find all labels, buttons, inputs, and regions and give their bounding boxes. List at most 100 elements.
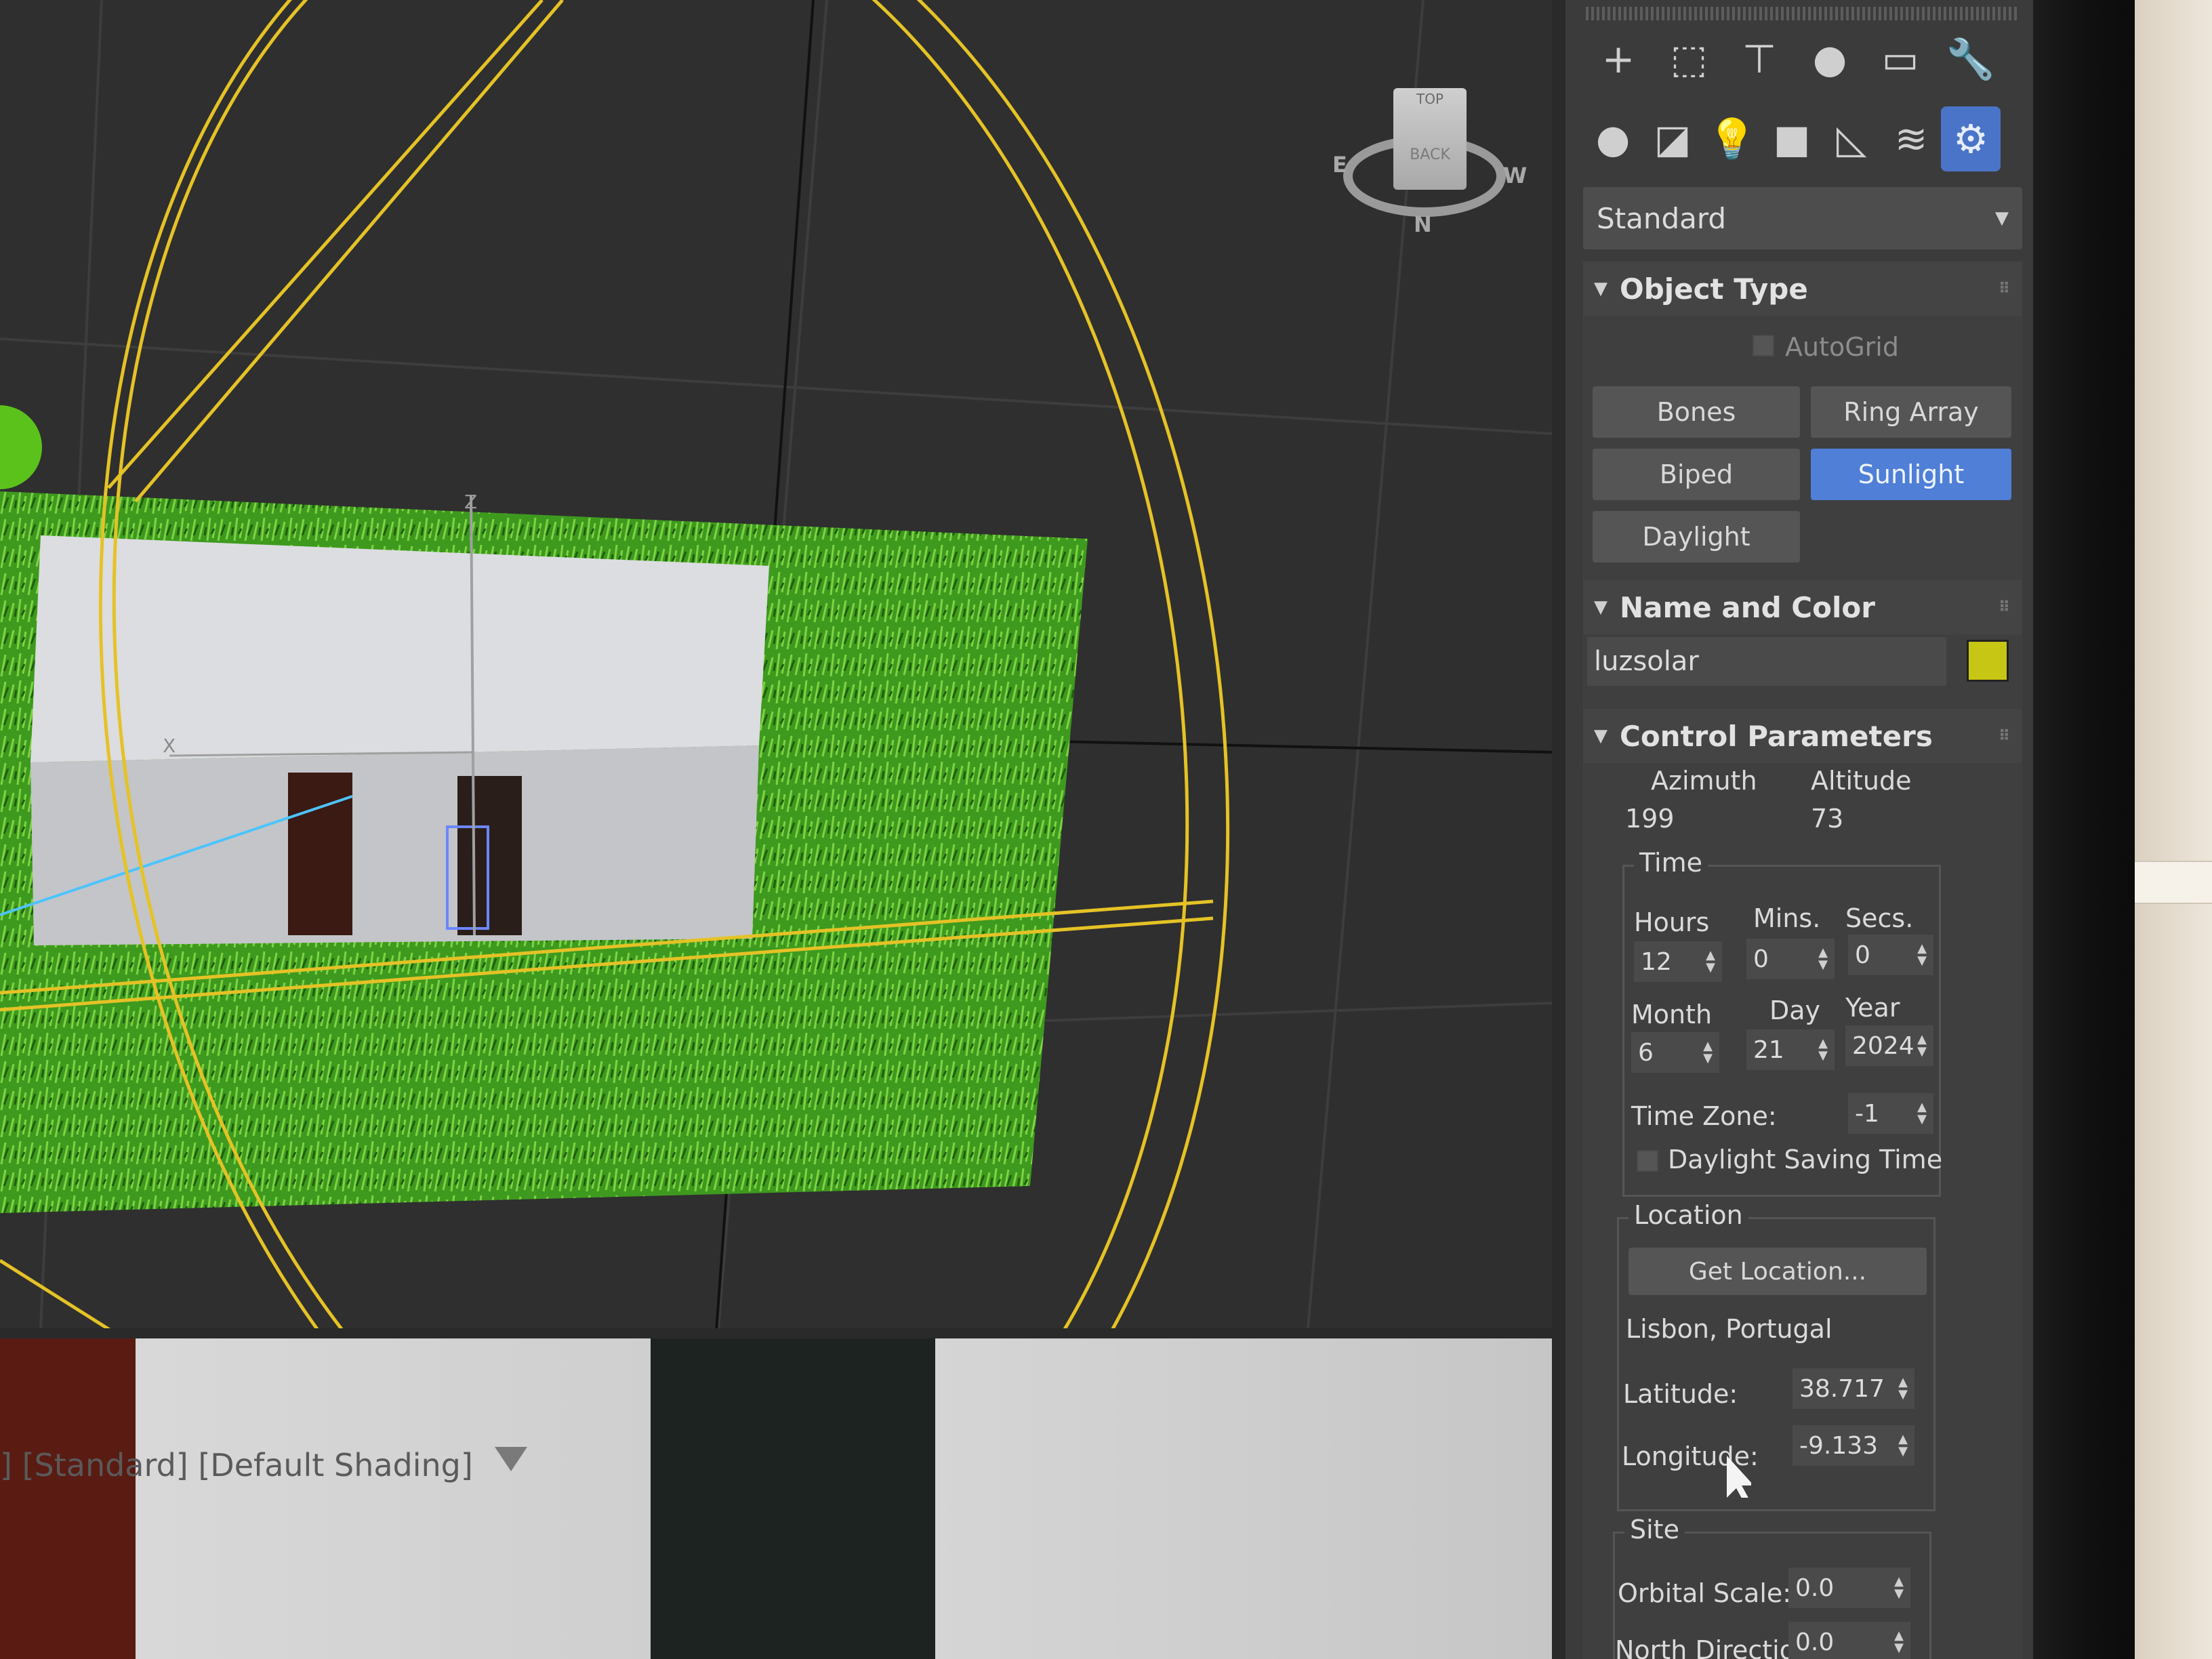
spinner-arrows-icon[interactable]: ▲ ▼ (1894, 1630, 1904, 1654)
display-tab-icon[interactable]: ▭ (1865, 24, 1936, 94)
compass-line-3 (107, 0, 544, 489)
autogrid-checkbox[interactable] (1753, 335, 1774, 356)
viewcube-north-label: N (1414, 211, 1432, 237)
spinner-arrows-icon[interactable]: ▲ ▼ (1818, 1038, 1828, 1062)
dst-checkbox[interactable] (1637, 1150, 1658, 1172)
drag-handle-icon[interactable]: ⠿ (1999, 599, 2010, 616)
rollout-name-color-header[interactable]: ▼ Name and Color ⠿ (1583, 580, 2022, 634)
rollout-control-parameters-title: Control Parameters (1620, 719, 1933, 753)
biped-button[interactable]: Biped (1593, 449, 1800, 500)
altitude-label: Altitude (1811, 766, 1912, 796)
year-label: Year (1845, 993, 1900, 1023)
green-sphere (0, 405, 42, 489)
spinner-arrows-icon[interactable]: ▲ ▼ (1917, 943, 1927, 967)
create-tab-icon[interactable]: + (1583, 24, 1654, 94)
hours-spinner[interactable]: 12 ▲ ▼ (1634, 941, 1722, 982)
object-color-swatch[interactable] (1967, 640, 2009, 682)
drag-handle-icon[interactable]: ⠿ (1999, 728, 2010, 745)
spinner-arrows-icon[interactable]: ▲ ▼ (1898, 1433, 1908, 1458)
location-group-title: Location (1629, 1200, 1748, 1230)
lights-icon[interactable]: 💡 (1702, 104, 1762, 174)
rollout-object-type-body: AutoGrid Bones Ring Array Biped Sunlight… (1583, 316, 2022, 580)
month-spinner[interactable]: 6 ▲ ▼ (1631, 1032, 1719, 1073)
site-group-title: Site (1624, 1515, 1685, 1544)
command-panel-tabs: + ⬚ ⊤ ● ▭ 🔧 (1583, 22, 2024, 96)
geometry-icon[interactable]: ● (1583, 104, 1643, 174)
spinner-arrows-icon[interactable]: ▲ ▼ (1706, 949, 1715, 974)
site-group: Site Orbital Scale: 0.0 ▲ ▼ North Directio… (1613, 1515, 1931, 1659)
collapse-triangle-icon: ▼ (1594, 597, 1607, 617)
modify-tab-icon[interactable]: ⬚ (1654, 24, 1724, 94)
utilities-tab-icon[interactable]: 🔧 (1936, 24, 2006, 94)
location-group: Location Get Location... Lisbon, Portuga… (1617, 1200, 1936, 1511)
spinner-arrows-icon[interactable]: ▲ ▼ (1703, 1040, 1713, 1065)
spacewarps-icon[interactable]: ≋ (1881, 104, 1941, 174)
perspective-viewport[interactable]: Z X TOP BACK N W E (0, 0, 1552, 1328)
shapes-icon[interactable]: ◪ (1643, 104, 1702, 174)
panel-grip[interactable] (1586, 7, 2020, 20)
viewcube[interactable]: TOP BACK N W E (1332, 81, 1527, 244)
orbital-scale-value: 0.0 (1795, 1574, 1835, 1602)
helpers-icon[interactable]: ◺ (1822, 104, 1881, 174)
collapse-triangle-icon: ▼ (1594, 279, 1607, 299)
rollout-name-color-body: luzsolar (1583, 634, 2022, 709)
wall-trim (2128, 861, 2212, 904)
viewcube-front-face: BACK (1410, 146, 1450, 163)
bones-button[interactable]: Bones (1593, 386, 1800, 438)
get-location-button[interactable]: Get Location... (1629, 1248, 1927, 1295)
time-group: Time Hours Mins. Secs. 12 ▲ ▼ 0 ▲ ▼ 0 ▲ ▼ Mont… (1622, 848, 1942, 1197)
orbital-scale-spinner[interactable]: 0.0 ▲ ▼ (1788, 1568, 1910, 1608)
latitude-value: 38.717 (1799, 1374, 1885, 1403)
systems-icon[interactable]: ⚙ (1941, 106, 2001, 171)
north-direction-spinner[interactable]: 0.0 ▲ ▼ (1788, 1622, 1910, 1659)
longitude-spinner[interactable]: -9.133 ▲ ▼ (1793, 1425, 1914, 1466)
latitude-spinner[interactable]: 38.717 ▲ ▼ (1793, 1368, 1914, 1409)
year-value: 2024 (1852, 1031, 1914, 1060)
daylight-button[interactable]: Daylight (1593, 511, 1800, 562)
category-dropdown[interactable]: Standard ▼ (1583, 187, 2022, 249)
ring-array-button[interactable]: Ring Array (1811, 386, 2011, 438)
year-spinner[interactable]: 2024 ▲ ▼ (1845, 1025, 1933, 1066)
spinner-arrows-icon[interactable]: ▲ ▼ (1818, 947, 1828, 971)
orbital-scale-label: Orbital Scale: (1618, 1578, 1792, 1608)
house-wall (30, 745, 759, 945)
timezone-value: -1 (1855, 1099, 1879, 1128)
secs-spinner[interactable]: 0 ▲ ▼ (1848, 935, 1933, 975)
axis-z-label: Z (464, 491, 477, 513)
day-label: Day (1769, 996, 1821, 1025)
latitude-label: Latitude: (1623, 1379, 1738, 1409)
autogrid-label: AutoGrid (1785, 332, 1899, 362)
rollout-control-parameters-header[interactable]: ▼ Control Parameters ⠿ (1583, 709, 2022, 763)
azimuth-label: Azimuth (1651, 766, 1757, 796)
day-spinner[interactable]: 21 ▲ ▼ (1746, 1029, 1835, 1070)
timezone-spinner[interactable]: -1 ▲ ▼ (1848, 1093, 1933, 1134)
sunlight-button[interactable]: Sunlight (1811, 449, 2011, 500)
hours-label: Hours (1634, 907, 1710, 937)
time-group-title: Time (1634, 848, 1708, 878)
rollout-object-type-header[interactable]: ▼ Object Type ⠿ (1583, 262, 2022, 316)
spinner-arrows-icon[interactable]: ▲ ▼ (1894, 1576, 1904, 1600)
cameras-icon[interactable]: ■ (1762, 104, 1822, 174)
spinner-arrows-icon[interactable]: ▲ ▼ (1917, 1033, 1927, 1058)
spinner-arrows-icon[interactable]: ▲ ▼ (1917, 1101, 1927, 1126)
viewcube-top-face: TOP (1416, 91, 1444, 107)
filter-icon[interactable] (495, 1447, 527, 1471)
object-name-input[interactable]: luzsolar (1587, 637, 1946, 686)
drag-handle-icon[interactable]: ⠿ (1999, 281, 2010, 298)
spinner-arrows-icon[interactable]: ▲ ▼ (1898, 1376, 1908, 1401)
mins-value: 0 (1753, 945, 1769, 973)
hours-value: 12 (1641, 947, 1672, 976)
mins-spinner[interactable]: 0 ▲ ▼ (1746, 939, 1835, 979)
viewport-label[interactable]: ] [Standard] [Default Shading] (0, 1447, 473, 1483)
rollout-control-parameters-body: Azimuth Altitude 199 73 Time Hours Mins.… (1583, 763, 2022, 1659)
compass-line-4 (134, 0, 564, 503)
motion-tab-icon[interactable]: ● (1795, 24, 1865, 94)
mins-label: Mins. (1753, 903, 1821, 933)
viewcube-cube[interactable]: TOP BACK (1393, 88, 1467, 190)
month-value: 6 (1638, 1038, 1654, 1067)
bottom-viewport[interactable]: ] [Standard] [Default Shading] (0, 1338, 1552, 1659)
hierarchy-tab-icon[interactable]: ⊤ (1724, 24, 1795, 94)
longitude-value: -9.133 (1799, 1431, 1879, 1460)
day-value: 21 (1753, 1036, 1784, 1064)
create-categories: ● ◪ 💡 ■ ◺ ≋ ⚙ (1583, 102, 2024, 176)
